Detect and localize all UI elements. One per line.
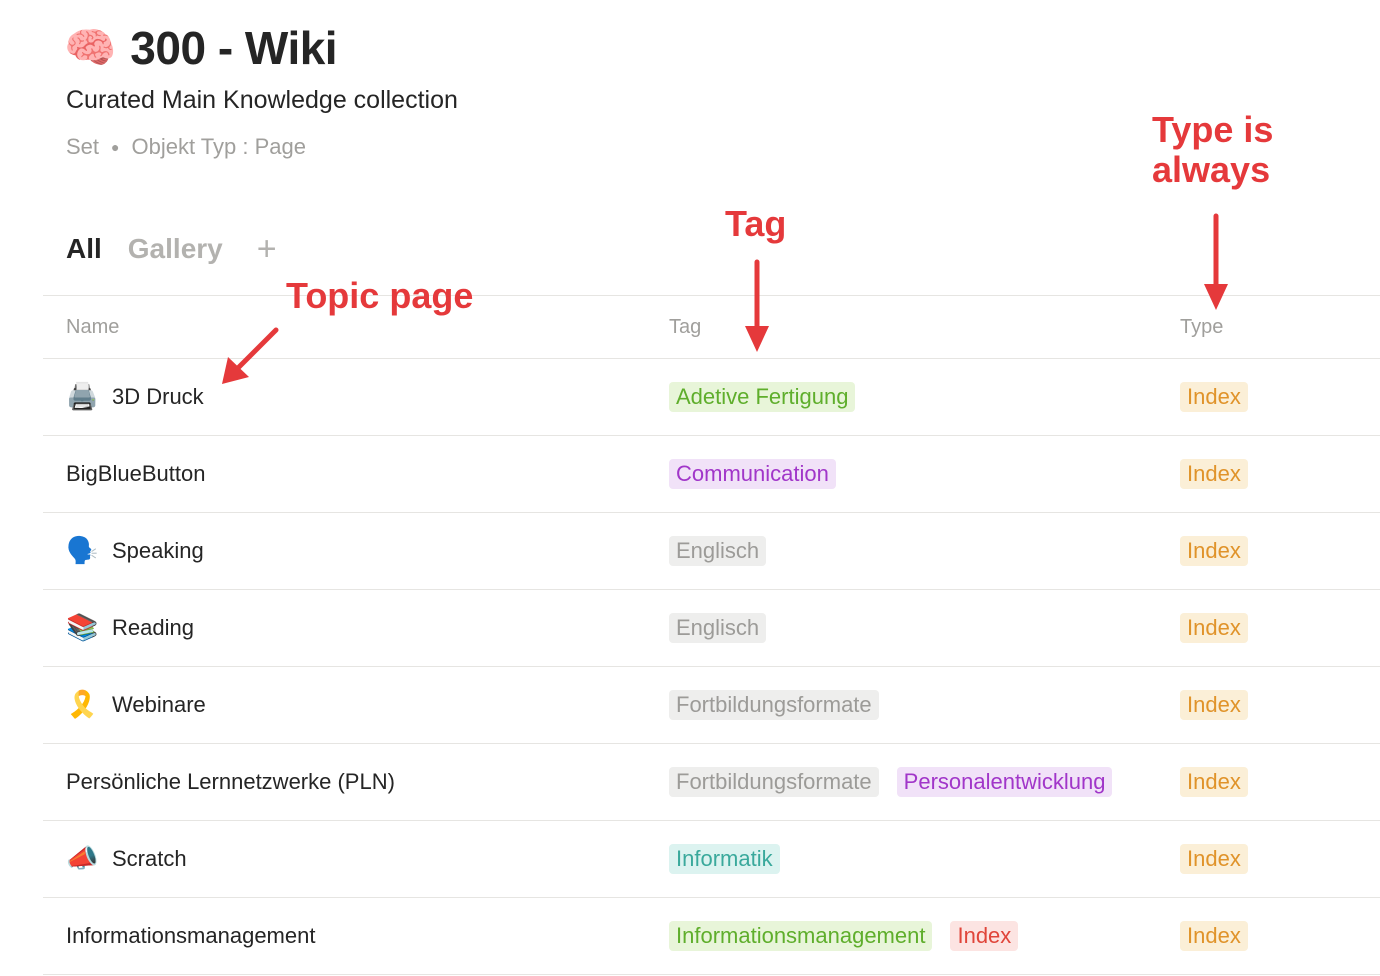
annotation-arrows: [222, 213, 1228, 384]
arrow-tag-icon: [745, 259, 769, 352]
wiki-page: 🧠 300 - Wiki Curated Main Knowledge coll…: [0, 0, 1380, 976]
arrow-topic-page-icon: [222, 327, 279, 384]
arrow-type-icon: [1204, 213, 1228, 310]
